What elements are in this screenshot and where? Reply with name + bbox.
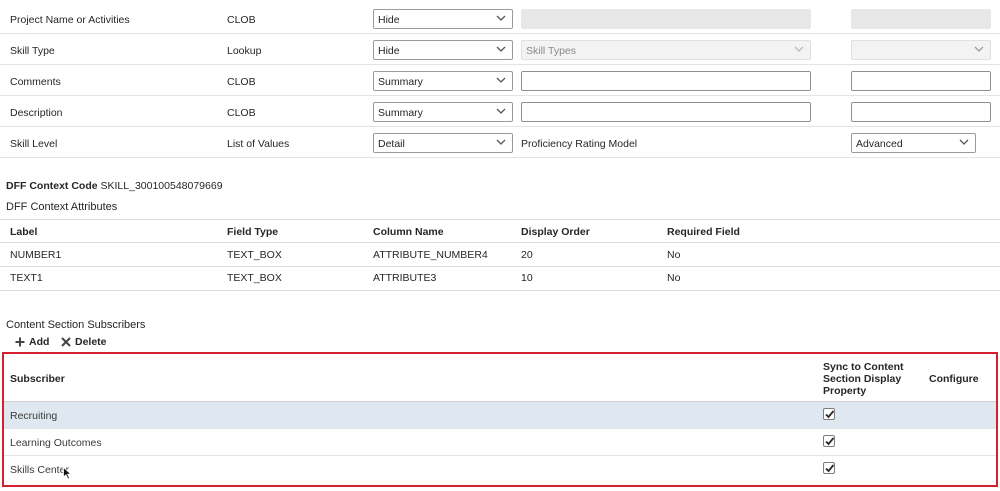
close-icon bbox=[61, 337, 71, 347]
check-icon bbox=[825, 464, 835, 473]
add-button-label: Add bbox=[29, 336, 50, 348]
chevron-down-icon bbox=[496, 15, 506, 21]
divider bbox=[0, 290, 1000, 291]
lookup-select-disabled: Skill Types bbox=[521, 40, 811, 60]
dff-attributes-title: DFF Context Attributes bbox=[6, 201, 118, 213]
divider bbox=[0, 242, 1000, 243]
attribute-label: Description bbox=[10, 107, 63, 119]
dff-cell: TEXT_BOX bbox=[227, 249, 282, 261]
subscriber-name: Skills Center bbox=[10, 464, 69, 476]
dff-cell: TEXT_BOX bbox=[227, 272, 282, 284]
dff-cell: No bbox=[667, 272, 681, 284]
col-sync-to-content: Sync to Content Section Display Property bbox=[823, 361, 904, 397]
column-type: Lookup bbox=[227, 45, 262, 57]
display-select-value: Detail bbox=[378, 138, 405, 150]
dff-cell: NUMBER1 bbox=[10, 249, 62, 261]
chevron-down-icon bbox=[959, 139, 969, 145]
text-input[interactable] bbox=[851, 102, 991, 122]
attribute-row: Skill Type Lookup Hide Skill Types bbox=[0, 34, 1000, 65]
col-sync-line: Section Display bbox=[823, 373, 902, 385]
display-select[interactable]: Detail bbox=[373, 133, 513, 153]
mouse-pointer-icon bbox=[63, 467, 72, 480]
chevron-down-icon bbox=[974, 46, 984, 52]
dff-col-display-order: Display Order bbox=[521, 226, 590, 238]
col-sync-line: Property bbox=[823, 385, 867, 397]
display-select-value: Summary bbox=[378, 76, 423, 88]
dff-cell: No bbox=[667, 249, 681, 261]
add-button[interactable]: Add bbox=[15, 336, 49, 348]
chevron-down-icon bbox=[496, 77, 506, 83]
column-type: List of Values bbox=[227, 138, 290, 150]
disabled-field bbox=[521, 9, 811, 29]
col-subscriber: Subscriber bbox=[10, 373, 65, 385]
table-row[interactable]: Skills Center bbox=[4, 456, 996, 483]
proficiency-select[interactable]: Advanced bbox=[851, 133, 976, 153]
col-sync-line: Sync to Content bbox=[823, 361, 904, 373]
chevron-down-icon bbox=[496, 108, 506, 114]
lookup-select-value: Skill Types bbox=[526, 45, 576, 57]
column-type: CLOB bbox=[227, 76, 256, 88]
delete-button-label: Delete bbox=[75, 336, 107, 348]
check-icon bbox=[825, 410, 835, 419]
dff-cell: 10 bbox=[521, 272, 533, 284]
display-select[interactable]: Summary bbox=[373, 102, 513, 122]
display-select[interactable]: Summary bbox=[373, 71, 513, 91]
subscribers-title: Content Section Subscribers bbox=[6, 319, 146, 331]
dff-context-code-value: SKILL_300100548079669 bbox=[100, 180, 223, 192]
disabled-field bbox=[851, 9, 991, 29]
select-disabled bbox=[851, 40, 991, 60]
column-type: CLOB bbox=[227, 107, 256, 119]
proficiency-select-value: Advanced bbox=[856, 138, 903, 150]
attribute-label: Comments bbox=[10, 76, 61, 88]
attribute-row: Description CLOB Summary bbox=[0, 96, 1000, 127]
plus-icon bbox=[15, 337, 25, 347]
delete-button[interactable]: Delete bbox=[61, 336, 107, 348]
sync-checkbox[interactable] bbox=[823, 408, 835, 420]
dff-cell: TEXT1 bbox=[10, 272, 43, 284]
table-row[interactable]: Recruiting bbox=[4, 402, 996, 429]
chevron-down-icon bbox=[496, 139, 506, 145]
display-select-value: Hide bbox=[378, 45, 400, 57]
text-input[interactable] bbox=[521, 102, 811, 122]
dff-col-required: Required Field bbox=[667, 226, 740, 238]
subscriber-name: Recruiting bbox=[10, 410, 58, 422]
dff-cell: ATTRIBUTE_NUMBER4 bbox=[373, 249, 488, 261]
sync-checkbox[interactable] bbox=[823, 435, 835, 447]
check-icon bbox=[825, 437, 835, 446]
dff-col-field-type: Field Type bbox=[227, 226, 279, 238]
display-select-value: Summary bbox=[378, 107, 423, 119]
display-select[interactable]: Hide bbox=[373, 9, 513, 29]
column-type: CLOB bbox=[227, 14, 256, 26]
attribute-row: Project Name or Activities CLOB Hide bbox=[0, 3, 1000, 34]
subscriber-name: Learning Outcomes bbox=[10, 437, 102, 449]
display-select[interactable]: Hide bbox=[373, 40, 513, 60]
dff-cell: ATTRIBUTE3 bbox=[373, 272, 437, 284]
dff-context-code-label: DFF Context Code bbox=[6, 180, 98, 192]
dff-col-label: Label bbox=[10, 226, 38, 238]
text-input[interactable] bbox=[521, 71, 811, 91]
proficiency-rating-label: Proficiency Rating Model bbox=[521, 138, 638, 150]
attribute-row: Skill Level List of Values Detail Profic… bbox=[0, 127, 1000, 158]
col-configure: Configure bbox=[929, 373, 979, 385]
dff-col-column-name: Column Name bbox=[373, 226, 444, 238]
attribute-label: Skill Type bbox=[10, 45, 55, 57]
divider bbox=[0, 266, 1000, 267]
attribute-label: Project Name or Activities bbox=[10, 14, 130, 26]
sync-checkbox[interactable] bbox=[823, 462, 835, 474]
attribute-row: Comments CLOB Summary bbox=[0, 65, 1000, 96]
divider bbox=[0, 219, 1000, 220]
chevron-down-icon bbox=[794, 46, 804, 52]
dff-cell: 20 bbox=[521, 249, 533, 261]
attribute-label: Skill Level bbox=[10, 138, 58, 150]
display-select-value: Hide bbox=[378, 14, 400, 26]
table-row[interactable]: Learning Outcomes bbox=[4, 429, 996, 456]
dff-context-code: DFF Context Code SKILL_300100548079669 bbox=[6, 180, 223, 192]
text-input[interactable] bbox=[851, 71, 991, 91]
chevron-down-icon bbox=[496, 46, 506, 52]
